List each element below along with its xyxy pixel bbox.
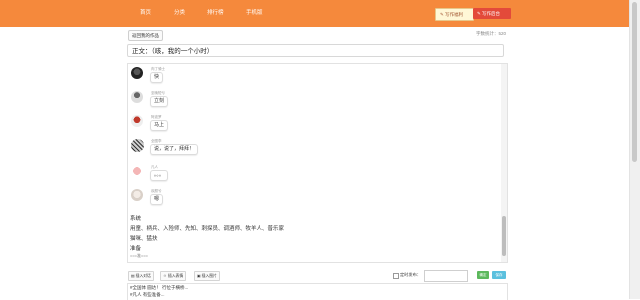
message-bubble: 说，说了，拜拜！: [150, 144, 199, 155]
system-label: 系统: [130, 216, 142, 222]
back-to-works-button[interactable]: 返回我的作品: [128, 30, 163, 41]
emoji-icon: ☺: [163, 274, 167, 278]
writer-workspace-button[interactable]: ✎ 写作后台: [473, 8, 511, 19]
write-welfare-label: 写作福利: [445, 12, 464, 17]
ready-line: 准备: [130, 246, 142, 252]
notes-line: #全国体 圆达！ 行位于横桥...: [130, 285, 189, 290]
dark-head-icon: [131, 67, 143, 79]
message-bubble: 嗯: [150, 194, 164, 205]
insert-dialogue-button[interactable]: ▤ 插入对话: [128, 271, 154, 281]
top-navbar: 首页 分类 排行榜 手机版 ✎ 写作福利 ✎ 写作后台: [0, 0, 630, 27]
nav-category[interactable]: 分类: [174, 0, 185, 27]
message-bubble: 。。。: [150, 170, 169, 181]
pink-hand-icon: [131, 165, 143, 177]
white-figure-icon: [131, 189, 143, 201]
roles-line: 用童、柄兵、入殓师、先知、刺探员、调酒师、牧羊人、普乐家: [130, 226, 285, 232]
writer-workspace-label: 写作后台: [482, 11, 501, 16]
nav-mobile[interactable]: 手机版: [246, 0, 263, 27]
notes-textarea[interactable]: #全国体 圆达！ 行位于横桥... #凡人 有些准备...: [127, 283, 508, 300]
write-welfare-button[interactable]: ✎ 写作福利: [435, 8, 474, 21]
window-scrollbar[interactable]: [629, 0, 640, 299]
word-count: 字数统计：520: [475, 31, 506, 36]
publish-time-input[interactable]: [424, 270, 468, 282]
pen-icon: ✎: [440, 12, 444, 17]
insert-expression-label: 插入表情: [167, 274, 184, 278]
roles-line-2: 猫咪、猛扶: [130, 236, 158, 242]
edit-icon: ✎: [477, 11, 481, 16]
red-figure-icon: [131, 115, 143, 127]
editor-scrollbar-thumb[interactable]: [502, 216, 506, 256]
insert-dialogue-label: 插入对话: [135, 274, 151, 278]
nav-ranking[interactable]: 排行榜: [207, 0, 224, 27]
message-bubble: 快: [150, 72, 164, 83]
divider-line: ===准===: [130, 253, 149, 258]
notes-line: #凡人 有些准备...: [130, 292, 165, 297]
message-bubble: 马上: [150, 120, 169, 131]
chapter-content-editor[interactable]: 肉丁骑士 快 至晚短兮 立刻 阿波罗 马上 全图李 说，说了，拜拜！ 凡人 。。…: [127, 63, 508, 263]
chat-icon: ▤: [131, 274, 135, 278]
insert-expression-button[interactable]: ☺ 插入表情: [160, 271, 187, 281]
dark-figure-icon: [131, 91, 143, 103]
nav-home[interactable]: 首页: [140, 0, 151, 27]
chapter-title-input[interactable]: 正文：（咳，我的一个小时）: [127, 44, 504, 57]
save-button[interactable]: 保存: [492, 271, 506, 279]
message-bubble: 立刻: [150, 96, 169, 107]
insert-image-label: 插入图片: [201, 274, 217, 278]
insert-image-button[interactable]: ▣ 插入图片: [194, 271, 220, 281]
sketch-portrait-icon: [131, 139, 144, 152]
window-scrollbar-thumb[interactable]: [632, 2, 637, 162]
publish-button[interactable]: 确定: [477, 271, 489, 279]
image-icon: ▣: [197, 274, 201, 278]
timed-publish-label: 定时发布：: [400, 272, 421, 277]
editor-scrollbar[interactable]: [501, 64, 507, 262]
timed-publish-checkbox[interactable]: [393, 273, 399, 279]
